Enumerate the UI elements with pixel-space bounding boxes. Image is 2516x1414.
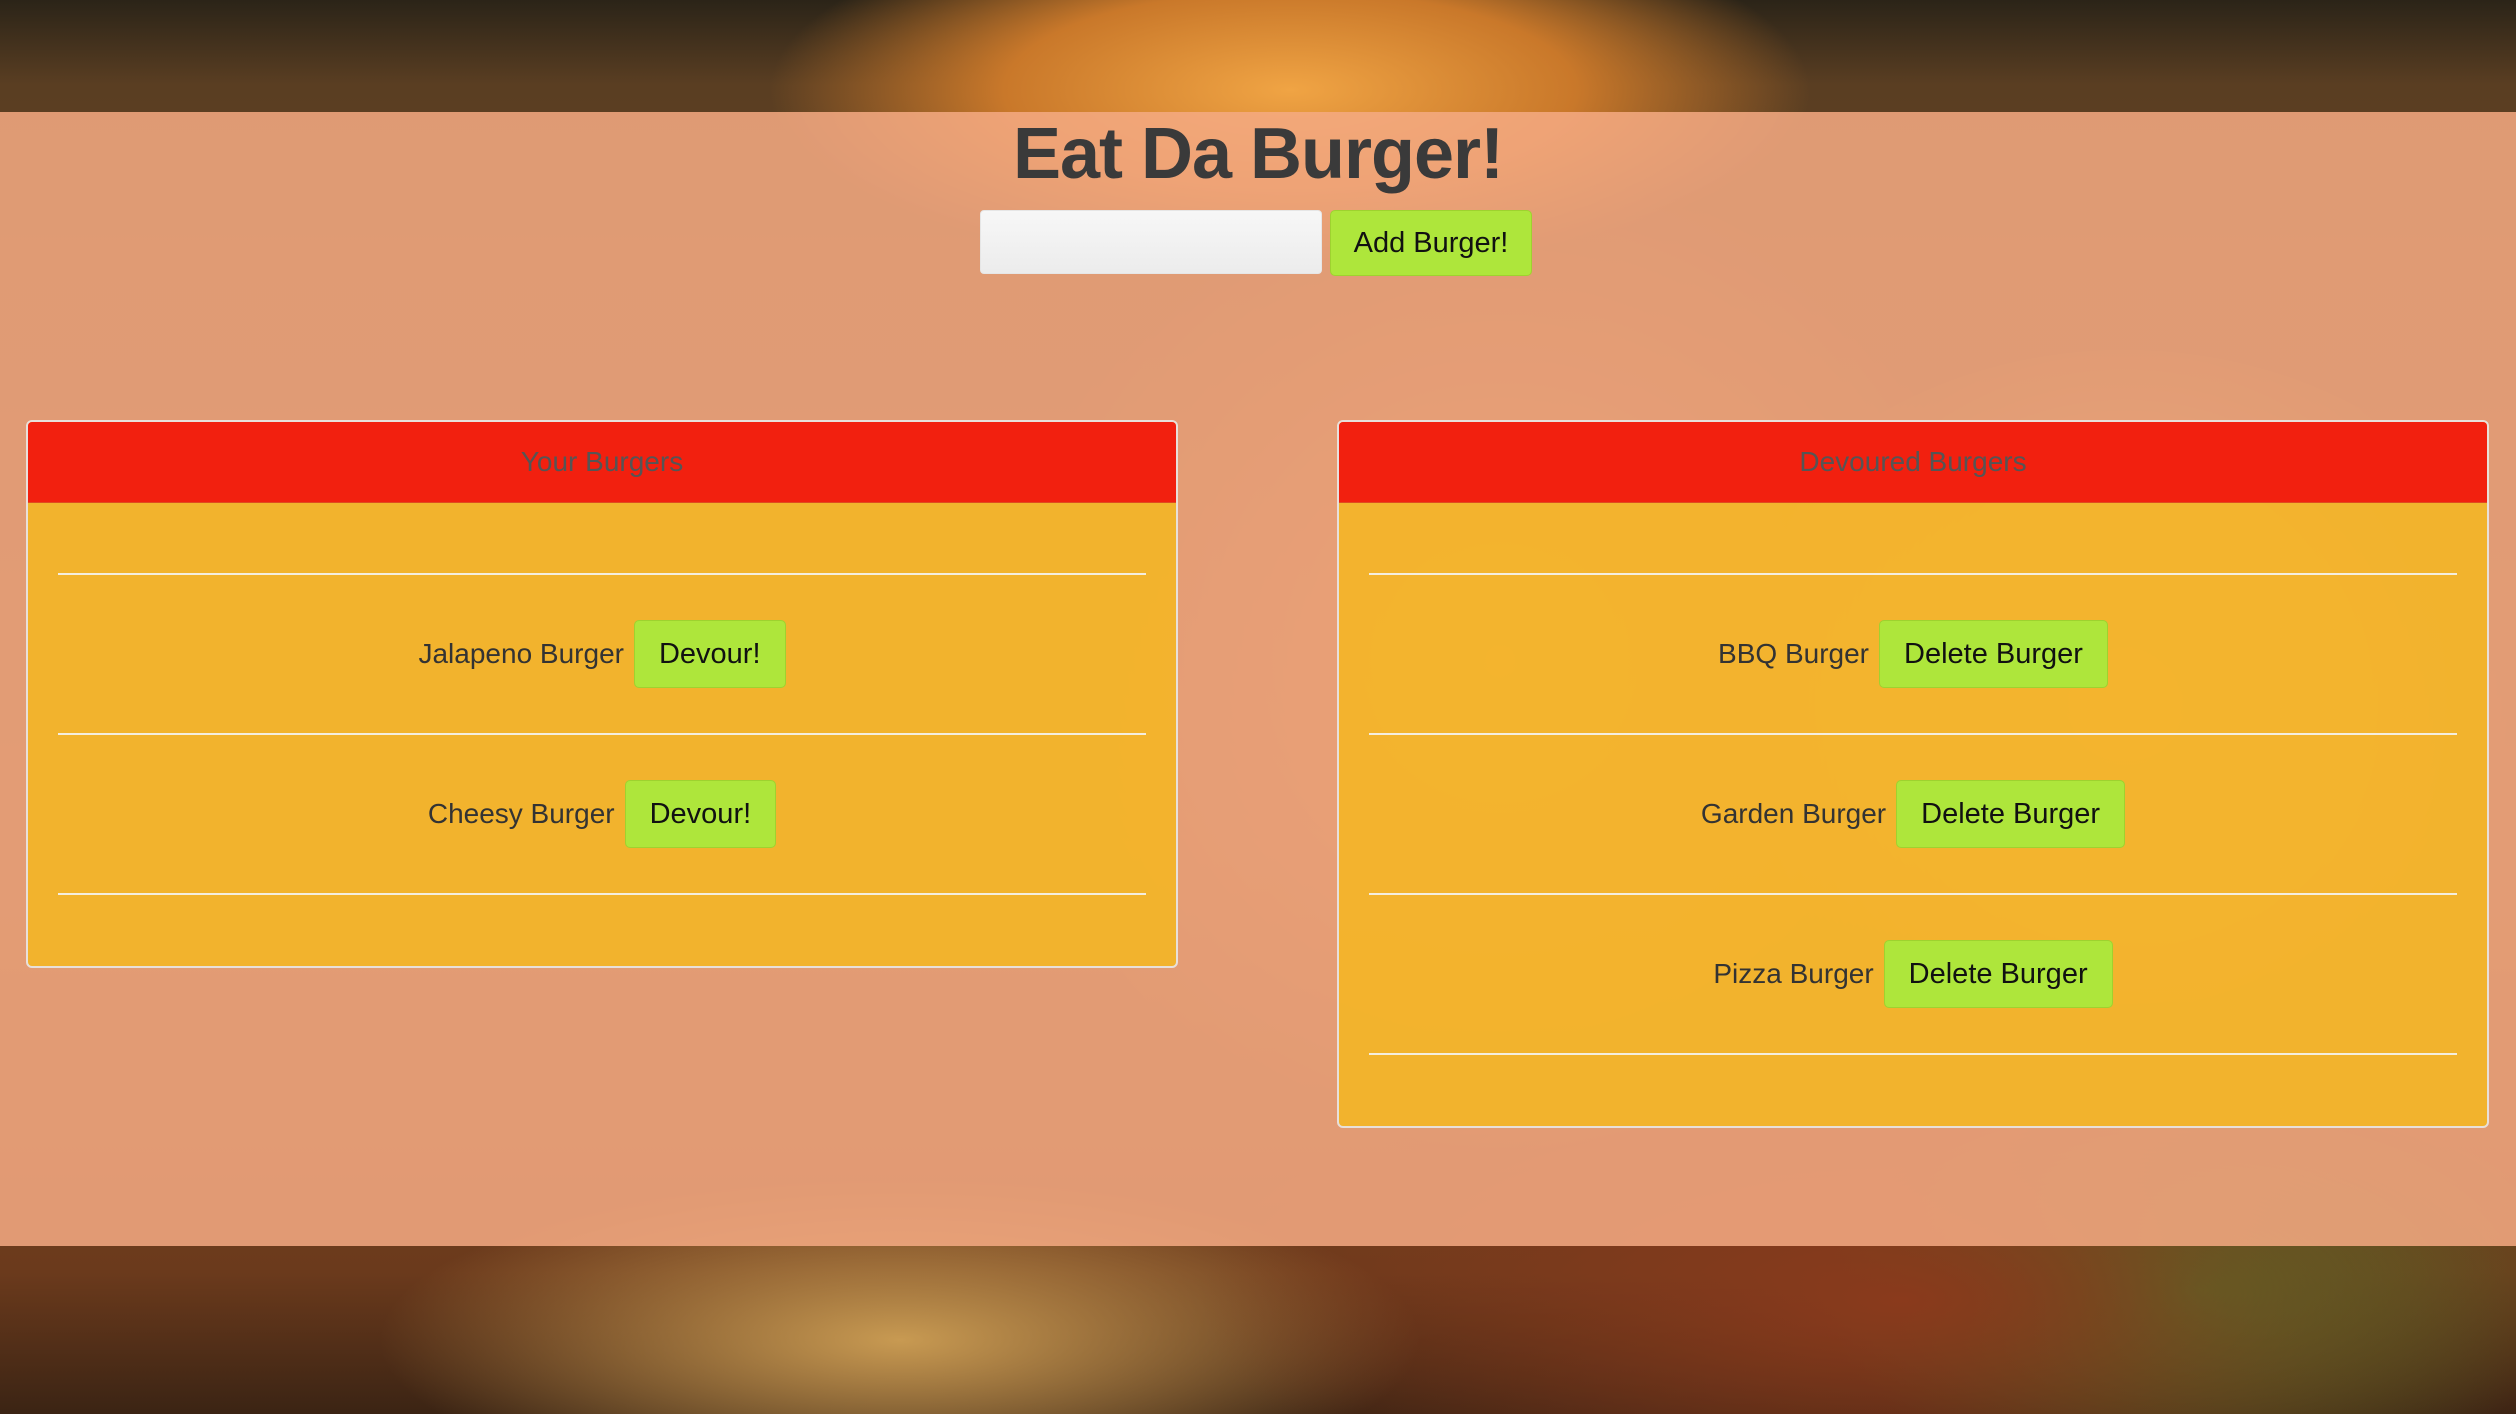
burger-name: Pizza Burger bbox=[1713, 958, 1874, 989]
delete-burger-button[interactable]: Delete Burger bbox=[1883, 940, 2113, 1008]
burger-name: Garden Burger bbox=[1700, 798, 1887, 829]
burger-name-input[interactable] bbox=[980, 210, 1322, 274]
list-item: Pizza Burger Delete Burger bbox=[1369, 895, 2457, 1055]
your-burgers-panel: Your Burgers Jalapeno Burger Devour! Che… bbox=[26, 420, 1178, 968]
list-item: Jalapeno Burger Devour! bbox=[58, 575, 1146, 735]
list-item: Cheesy Burger Devour! bbox=[58, 735, 1146, 895]
devour-button[interactable]: Devour! bbox=[624, 780, 777, 848]
devoured-burgers-body: BBQ Burger Delete Burger Garden Burger D… bbox=[1339, 503, 2487, 1055]
page-title: Eat Da Burger! bbox=[1012, 114, 1504, 194]
your-burgers-list: Jalapeno Burger Devour! Cheesy Burger De… bbox=[58, 573, 1146, 895]
add-burger-form: Add Burger! bbox=[980, 210, 1532, 276]
burger-name: BBQ Burger bbox=[1718, 638, 1869, 669]
list-item: BBQ Burger Delete Burger bbox=[1369, 575, 2457, 735]
devoured-burgers-panel: Devoured Burgers BBQ Burger Delete Burge… bbox=[1337, 420, 2489, 1128]
your-burgers-heading: Your Burgers bbox=[28, 422, 1176, 503]
add-burger-button[interactable]: Add Burger! bbox=[1330, 210, 1532, 276]
devoured-burgers-heading: Devoured Burgers bbox=[1339, 422, 2487, 503]
your-burgers-body: Jalapeno Burger Devour! Cheesy Burger De… bbox=[28, 503, 1176, 895]
list-item: Garden Burger Delete Burger bbox=[1369, 735, 2457, 895]
burger-name: Cheesy Burger bbox=[427, 798, 615, 829]
delete-burger-button[interactable]: Delete Burger bbox=[1896, 780, 2126, 848]
burger-name: Jalapeno Burger bbox=[418, 638, 624, 669]
devour-button[interactable]: Devour! bbox=[633, 620, 786, 688]
devoured-burgers-list: BBQ Burger Delete Burger Garden Burger D… bbox=[1369, 573, 2457, 1055]
page-header: Eat Da Burger! bbox=[0, 112, 2516, 196]
delete-burger-button[interactable]: Delete Burger bbox=[1879, 620, 2108, 688]
